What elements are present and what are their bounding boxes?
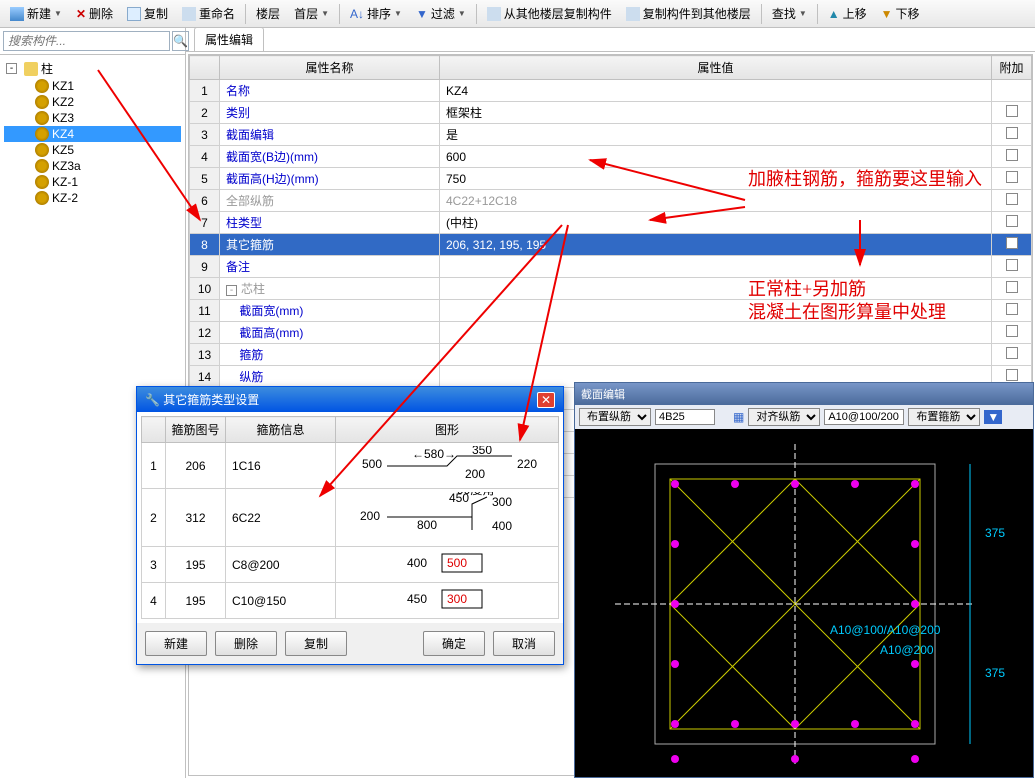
stirrup-row[interactable]: 4195C10@150450300 (142, 583, 559, 619)
tree-root[interactable]: - 柱 (4, 59, 181, 78)
search-input[interactable] (3, 31, 170, 51)
delete-button[interactable]: ✕删除 (70, 3, 119, 24)
svg-text:200: 200 (465, 467, 485, 481)
stirrup-label-1: A10@100/A10@200 (830, 623, 941, 637)
tree-item-KZ3a[interactable]: KZ3a (4, 158, 181, 174)
prop-row[interactable]: 7柱类型(中柱) (190, 212, 1032, 234)
copyfrom-button[interactable]: 从其他楼层复制构件 (481, 3, 618, 24)
svg-text:300: 300 (492, 495, 512, 509)
tree-item-KZ2[interactable]: KZ2 (4, 94, 181, 110)
tree-root-label: 柱 (41, 60, 53, 77)
section-editor-title: 截面编辑 (575, 383, 1033, 405)
stirrup-type-dialog: 🔧 其它箍筋类型设置 ✕ 箍筋图号 箍筋信息 图形 12061C16500←58… (136, 386, 564, 665)
dim-375-bottom: 375 (985, 666, 1005, 680)
svg-text:400: 400 (407, 556, 427, 570)
stirrup-row[interactable]: 12061C16500←580→350200220 (142, 443, 559, 489)
tree-item-KZ3[interactable]: KZ3 (4, 110, 181, 126)
col-stirrup-info: 箍筋信息 (226, 417, 336, 443)
tab-property-edit[interactable]: 属性编辑 (194, 27, 264, 51)
svg-text:←580→: ←580→ (412, 447, 456, 461)
floor-label: 楼层 (250, 3, 286, 24)
section-canvas[interactable]: 375 375 A10@100/A10@200 A10@200 (575, 429, 1033, 777)
col-stirrup-num: 箍筋图号 (166, 417, 226, 443)
tree-item-KZ5[interactable]: KZ5 (4, 142, 181, 158)
col-attach: 附加 (992, 56, 1032, 80)
prop-row[interactable]: 5截面高(H边)(mm)750 (190, 168, 1032, 190)
svg-text:90度角: 90度角 (457, 492, 494, 497)
prop-row[interactable]: 10-芯柱 (190, 278, 1032, 300)
tree-item-KZ1[interactable]: KZ1 (4, 78, 181, 94)
prop-row[interactable]: 3截面编辑是 (190, 124, 1032, 146)
svg-text:300: 300 (447, 592, 467, 606)
prop-row[interactable]: 12 截面高(mm) (190, 322, 1032, 344)
stirrup-row[interactable]: 3195C8@200400500 (142, 547, 559, 583)
component-tree: - 柱 KZ1KZ2KZ3KZ4KZ5KZ3aKZ-1KZ-2 (0, 55, 185, 210)
svg-text:400: 400 (492, 519, 512, 533)
tree-item-KZ-1[interactable]: KZ-1 (4, 174, 181, 190)
dim-375-top: 375 (985, 526, 1005, 540)
align-long-select[interactable]: 对齐纵筋 (748, 408, 820, 426)
floor-select[interactable]: 首层▼ (288, 3, 335, 24)
prop-row[interactable]: 13 箍筋 (190, 344, 1032, 366)
prop-row[interactable]: 2类别框架柱 (190, 102, 1032, 124)
find-button[interactable]: 查找▼ (766, 3, 813, 24)
prop-row[interactable]: 4截面宽(B边)(mm)600 (190, 146, 1032, 168)
prop-row[interactable]: 1名称KZ4 (190, 80, 1032, 102)
svg-text:500: 500 (362, 457, 382, 471)
dlg-cancel-button[interactable]: 取消 (493, 631, 555, 656)
place-long-select[interactable]: 布置纵筋 (579, 408, 651, 426)
stirrup-label-2: A10@200 (880, 643, 934, 657)
stirrup-row[interactable]: 23126C2220080045030040090度角 (142, 489, 559, 547)
prop-row[interactable]: 8其它箍筋206, 312, 195, 195 (190, 234, 1032, 256)
dlg-copy-button[interactable]: 复制 (285, 631, 347, 656)
prop-row[interactable]: 11 截面宽(mm) (190, 300, 1032, 322)
svg-text:450: 450 (407, 592, 427, 606)
col-propname: 属性名称 (220, 56, 440, 80)
moveup-button[interactable]: ▲上移 (822, 3, 873, 24)
dialog-title: 其它箍筋类型设置 (163, 393, 259, 407)
dlg-new-button[interactable]: 新建 (145, 631, 207, 656)
svg-text:500: 500 (447, 556, 467, 570)
svg-text:200: 200 (360, 509, 380, 523)
rename-button[interactable]: 重命名 (176, 3, 241, 24)
dialog-icon: 🔧 (145, 393, 160, 407)
svg-text:350: 350 (472, 446, 492, 457)
place-stirrup-select[interactable]: 布置箍筋 (908, 408, 980, 426)
dlg-ok-button[interactable]: 确定 (423, 631, 485, 656)
prop-row[interactable]: 9备注 (190, 256, 1032, 278)
tree-item-KZ4[interactable]: KZ4 (4, 126, 181, 142)
tree-item-KZ-2[interactable]: KZ-2 (4, 190, 181, 206)
col-rownum (190, 56, 220, 80)
stirrup-value-input[interactable] (824, 409, 904, 425)
dropdown-arrow-icon[interactable]: ▼ (984, 410, 1002, 424)
filter-button[interactable]: ▼过滤▼ (410, 3, 472, 24)
svg-text:220: 220 (517, 457, 537, 471)
prop-row[interactable]: 6全部纵筋4C22+12C18 (190, 190, 1032, 212)
section-editor-window: 截面编辑 布置纵筋 ▦ 对齐纵筋 布置箍筋 ▼ (574, 382, 1034, 778)
dialog-close-button[interactable]: ✕ (537, 392, 555, 408)
movedown-button[interactable]: ▼下移 (875, 3, 926, 24)
svg-text:800: 800 (417, 518, 437, 532)
main-toolbar: 新建▼ ✕删除 复制 重命名 楼层 首层▼ A↓排序▼ ▼过滤▼ 从其他楼层复制… (0, 0, 1035, 28)
new-button[interactable]: 新建▼ (4, 3, 68, 24)
col-propvalue: 属性值 (440, 56, 992, 80)
dlg-delete-button[interactable]: 删除 (215, 631, 277, 656)
long-value-input[interactable] (655, 409, 715, 425)
sort-button[interactable]: A↓排序▼ (344, 3, 408, 24)
copyto-button[interactable]: 复制构件到其他楼层 (620, 3, 757, 24)
col-stirrup-shape: 图形 (336, 417, 559, 443)
copy-button[interactable]: 复制 (121, 3, 174, 24)
